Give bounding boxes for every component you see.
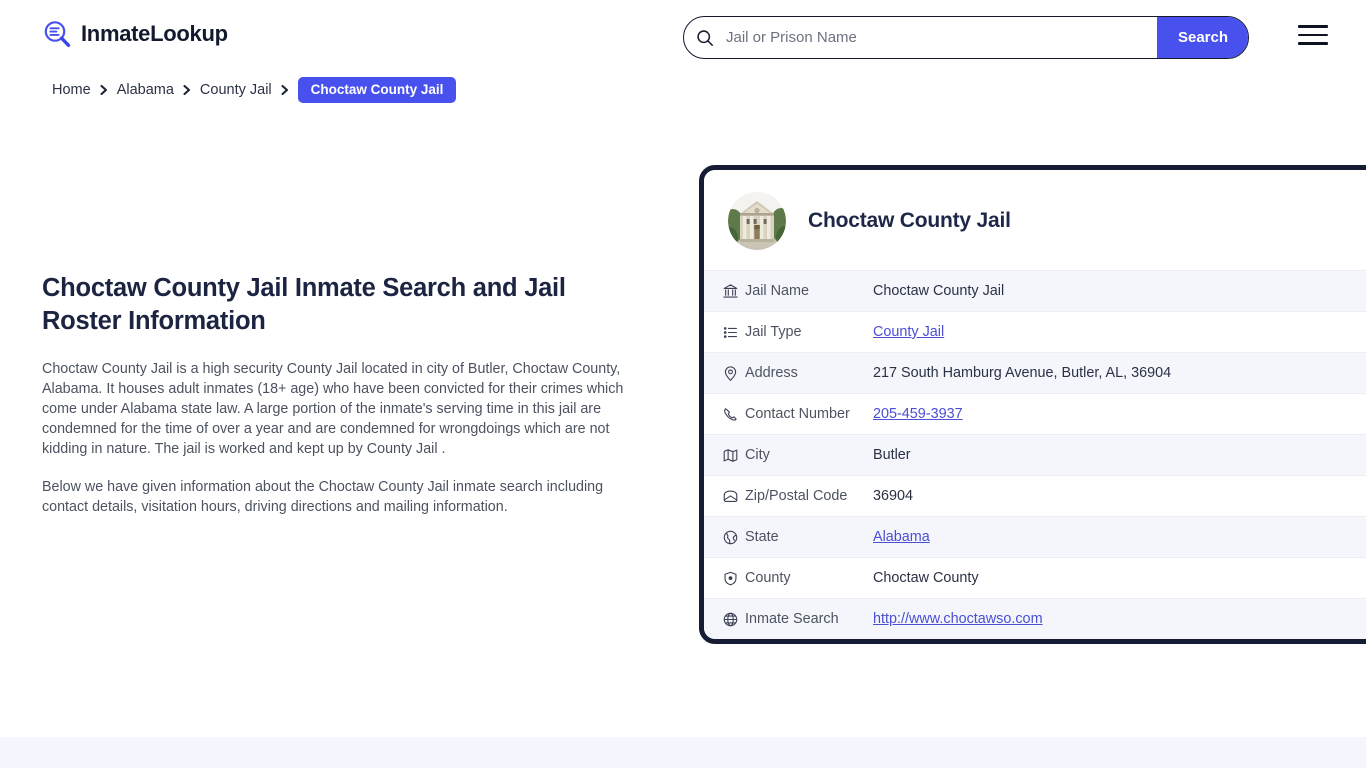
row-label: County [745,570,791,586]
row-label: Jail Type [745,324,802,340]
breadcrumb-item-choctaw-county-jail: Choctaw County Jail [297,77,457,103]
article-content: Choctaw County Jail Inmate Search and Ja… [42,272,634,535]
row-label: City [745,447,770,463]
row-value-link[interactable]: County Jail [873,324,944,340]
map-icon [704,447,745,464]
search-icon [684,29,726,47]
card-title: Choctaw County Jail [808,209,1011,232]
row-label: Inmate Search [745,611,839,627]
site-header: InmateLookup Search [0,0,1366,74]
row-value: 217 South Hamburg Avenue, Butler, AL, 36… [873,365,1172,381]
bank-building-icon [704,283,745,300]
row-value[interactable]: http://www.choctawso.com [873,611,1366,627]
row-label: Jail Name [745,283,809,299]
hamburger-menu-icon[interactable] [1298,23,1328,47]
map-pin-icon [704,365,745,382]
table-row: City Butler [704,434,1366,475]
breadcrumb-item-home[interactable]: Home [52,82,91,98]
breadcrumb-item-county-jail[interactable]: County Jail [200,82,272,98]
article-paragraph-1: Choctaw County Jail is a high security C… [42,361,624,458]
globe-icon [704,611,745,628]
hamburger-bar [1298,42,1328,45]
row-label: Address [745,365,798,381]
footer-strip [0,737,1366,768]
row-label: Zip/Postal Code [745,488,848,504]
row-label: Contact Number [745,406,850,422]
magnifier-list-icon [42,19,72,49]
row-value-link[interactable]: 205-459-3937 [873,406,963,422]
article-paragraph-2: Below we have given information about th… [42,479,604,516]
jail-info-table: Jail Name Choctaw County Jail Jail Type Cou… [704,270,1366,639]
page-title: Choctaw County Jail Inmate Search and Ja… [42,274,566,335]
phone-icon [704,406,745,423]
search-button[interactable]: Search [1157,17,1248,58]
breadcrumb-item-alabama[interactable]: Alabama [117,82,174,98]
table-row: Jail Type County Jail [704,311,1366,352]
jail-info-card: Choctaw County Jail Jail Name Choctaw Cou… [699,165,1366,644]
row-value[interactable]: County Jail [873,324,1366,340]
table-row: Jail Name Choctaw County Jail [704,270,1366,311]
breadcrumb: Home Alabama County Jail Choctaw County Jai… [52,77,457,103]
table-row: Inmate Search http://www.choctawso.com [704,598,1366,639]
table-row: Zip/Postal Code 36904 [704,475,1366,516]
row-value: 36904 [873,488,914,504]
row-value: Butler [873,447,911,463]
row-value: Choctaw County [873,570,979,586]
table-row: County Choctaw County [704,557,1366,598]
search-input[interactable] [726,17,1157,58]
table-row: Contact Number 205-459-3937 [704,393,1366,434]
row-label: State [745,529,779,545]
row-value[interactable]: Alabama [873,529,1366,545]
list-icon [704,324,745,341]
search-bar[interactable]: Search [683,16,1249,59]
row-value: Choctaw County Jail [873,283,1005,299]
card-header: Choctaw County Jail [704,170,1366,270]
site-logo[interactable]: InmateLookup [42,19,228,49]
row-value-link[interactable]: Alabama [873,529,930,545]
envelope-icon [704,488,745,505]
row-value-link[interactable]: http://www.choctawso.com [873,611,1043,627]
shield-badge-icon [704,570,745,587]
globe-americas-icon [704,529,745,546]
table-row: Address 217 South Hamburg Avenue, Butler,… [704,352,1366,393]
hamburger-bar [1298,33,1328,37]
logo-text: InmateLookup [81,21,228,46]
hamburger-bar [1298,25,1328,28]
row-value[interactable]: 205-459-3937 [873,406,1366,422]
courthouse-photo [728,192,786,250]
table-row: State Alabama [704,516,1366,557]
